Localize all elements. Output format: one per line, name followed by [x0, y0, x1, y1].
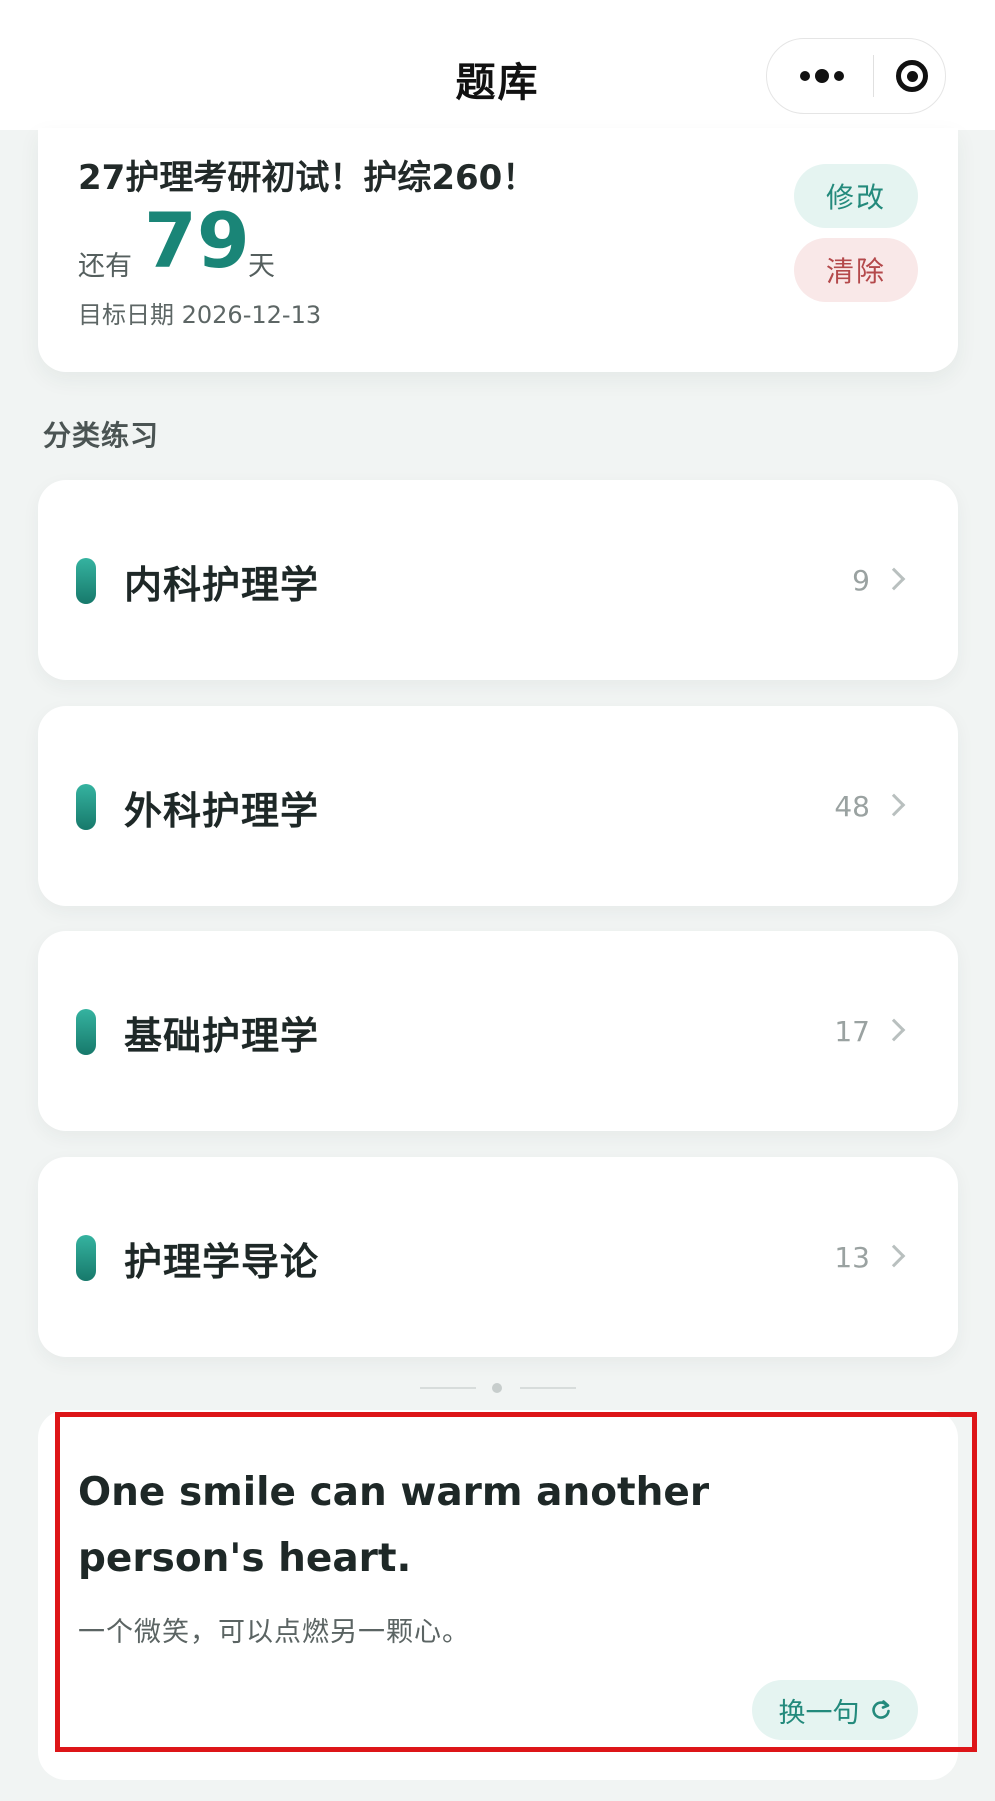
category-name: 内科护理学 [124, 563, 320, 607]
section-title-categories: 分类练习 [43, 419, 160, 452]
category-accent-bar [76, 1009, 96, 1055]
more-dots-icon[interactable] [789, 47, 855, 105]
refresh-icon [871, 1700, 890, 1719]
daily-quote-card: One smile can warm another person's hear… [38, 1410, 958, 1780]
quote-english: One smile can warm another person's hear… [78, 1470, 710, 1581]
goal-title: 27护理考研初试！护综260！ [78, 158, 537, 198]
page-indicator [0, 1382, 995, 1394]
capsule-divider [873, 55, 874, 97]
days-unit: 天 [248, 251, 275, 282]
category-name: 护理学导论 [124, 1240, 320, 1284]
pager-line-right [520, 1387, 576, 1389]
category-accent-bar [76, 1235, 96, 1281]
category-accent-bar [76, 558, 96, 604]
category-count: 48 [834, 790, 870, 823]
pager-line-left [420, 1387, 476, 1389]
remaining-prefix: 还有 [78, 251, 132, 282]
chevron-right-icon [882, 1244, 906, 1268]
days-remaining: 79 [144, 196, 250, 285]
category-name: 基础护理学 [124, 1014, 320, 1058]
refresh-quote-label: 换一句 [778, 1697, 860, 1729]
category-accent-bar [76, 784, 96, 830]
chevron-right-icon [882, 1018, 906, 1042]
quote-chinese: 一个微笑，可以点燃另一颗心。 [78, 1617, 470, 1648]
category-item-nursing-introduction[interactable]: 护理学导论 13 [38, 1157, 958, 1357]
navigation-bar: 题库 [0, 0, 995, 130]
category-item-fundamental-nursing[interactable]: 基础护理学 17 [38, 931, 958, 1131]
clear-goal-button[interactable]: 清除 [794, 238, 918, 302]
chevron-right-icon [882, 793, 906, 817]
pager-dot [492, 1383, 502, 1393]
target-date: 目标日期 2026-12-13 [78, 301, 322, 329]
category-item-surgical-nursing[interactable]: 外科护理学 48 [38, 706, 958, 906]
edit-goal-button[interactable]: 修改 [794, 164, 918, 228]
category-name: 外科护理学 [124, 789, 320, 833]
menu-capsule [766, 38, 946, 114]
chevron-right-icon [882, 567, 906, 591]
mini-program-screen: 题库 27护理考研初试！护综260！ 还有 79 天 目标日期 2026-12-… [0, 0, 995, 1801]
countdown-card: 27护理考研初试！护综260！ 还有 79 天 目标日期 2026-12-13 … [38, 128, 958, 372]
category-count: 9 [852, 564, 870, 597]
refresh-quote-button[interactable]: 换一句 [752, 1680, 918, 1740]
category-count: 13 [834, 1241, 870, 1274]
category-count: 17 [834, 1015, 870, 1048]
category-item-internal-nursing[interactable]: 内科护理学 9 [38, 480, 958, 680]
target-ring-icon[interactable] [889, 53, 935, 99]
